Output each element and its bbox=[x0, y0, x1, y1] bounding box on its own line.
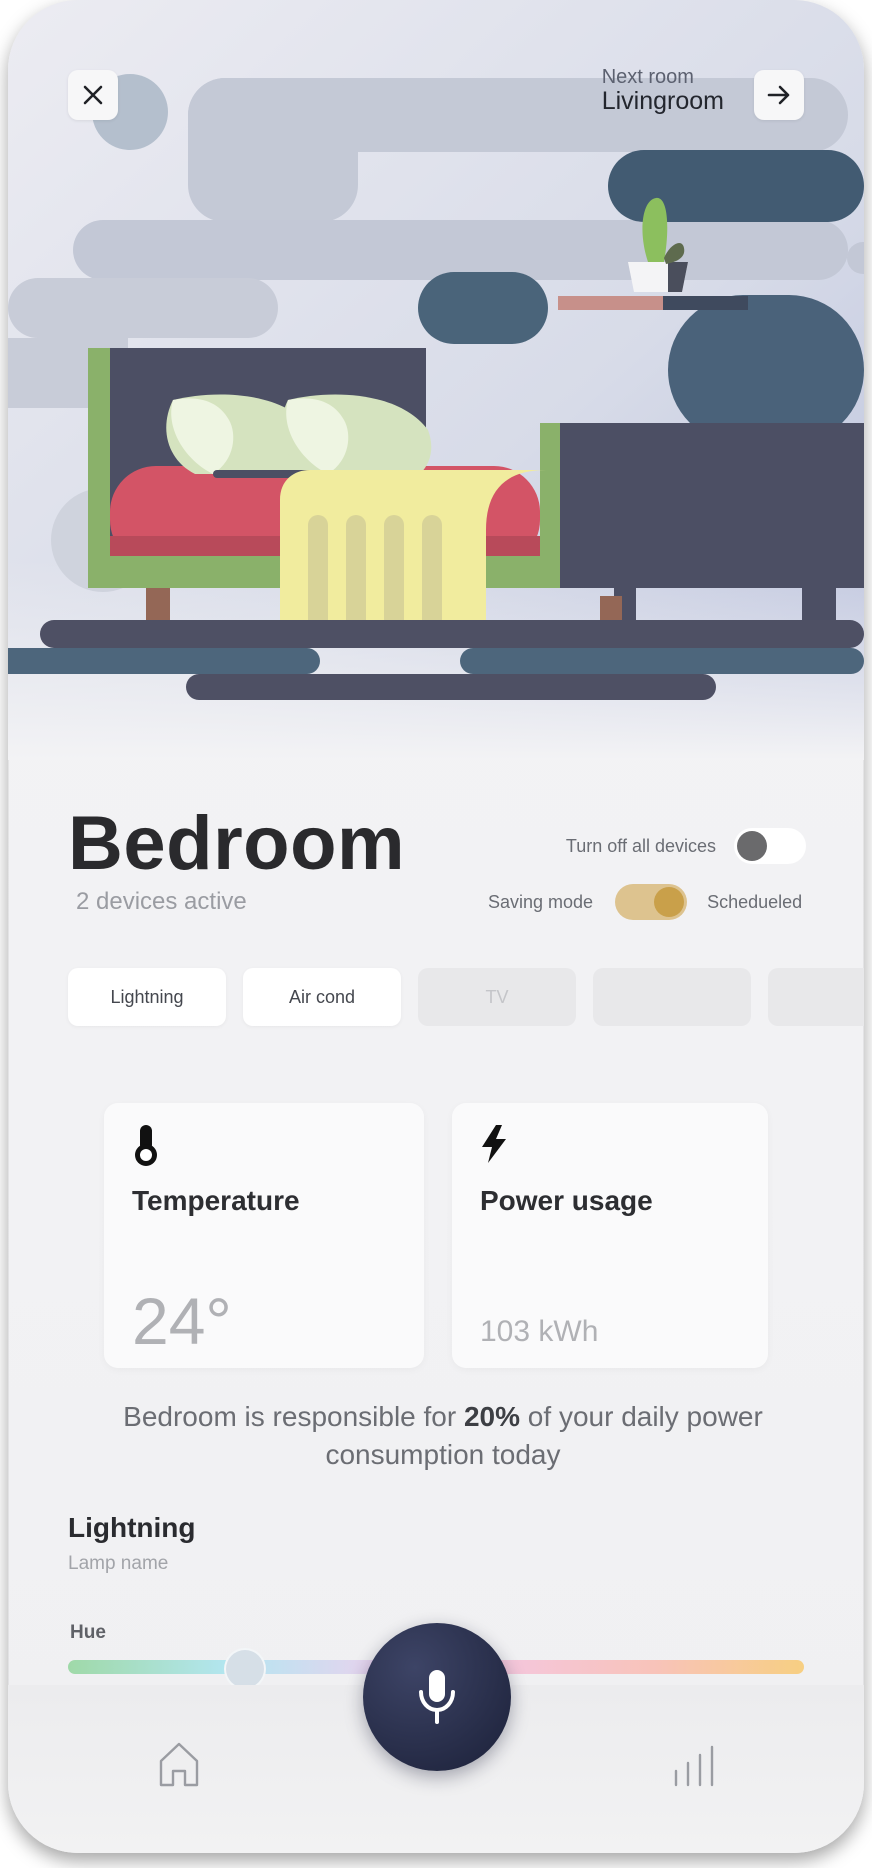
device-category-chips: Lightning Air cond TV bbox=[68, 968, 864, 1026]
turn-off-all-row: Turn off all devices bbox=[566, 828, 806, 864]
turn-off-all-label: Turn off all devices bbox=[565, 835, 716, 856]
summary-before: Bedroom is responsible for bbox=[123, 1401, 464, 1432]
hue-slider-handle[interactable] bbox=[223, 1648, 266, 1690]
next-room-value: Livingroom bbox=[601, 87, 724, 115]
hue-label: Hue bbox=[70, 1622, 106, 1643]
saving-mode-row: Saving mode Schedueled bbox=[488, 884, 802, 920]
home-icon[interactable] bbox=[158, 1741, 200, 1787]
close-button[interactable] bbox=[68, 70, 118, 120]
scheduled-label: Schedueled bbox=[707, 891, 803, 912]
lamp-name: Lamp name bbox=[68, 1553, 169, 1574]
chip-air-cond[interactable]: Air cond bbox=[243, 968, 401, 1026]
stats-icon[interactable] bbox=[672, 1743, 716, 1787]
chip-empty[interactable] bbox=[593, 968, 751, 1026]
lighting-section-title: Lightning bbox=[68, 1512, 196, 1543]
power-usage-title: Power usage bbox=[480, 1185, 653, 1216]
turn-off-all-toggle[interactable] bbox=[734, 828, 806, 864]
power-usage-value: 103 kWh bbox=[480, 1315, 599, 1348]
next-room-button[interactable] bbox=[754, 70, 804, 120]
saving-mode-label: Saving mode bbox=[488, 891, 594, 912]
summary-percent: 20% bbox=[463, 1401, 521, 1432]
saving-mode-toggle[interactable] bbox=[615, 884, 688, 920]
temperature-title: Temperature bbox=[132, 1185, 300, 1216]
toggle-knob bbox=[654, 887, 685, 917]
voice-assistant-button[interactable] bbox=[363, 1623, 511, 1771]
lightning-icon bbox=[482, 1125, 506, 1163]
bedroom-illustration bbox=[8, 0, 864, 760]
devices-active-text: 2 devices active bbox=[76, 888, 247, 915]
chip-lightning[interactable]: Lightning bbox=[68, 968, 226, 1026]
next-room-info[interactable]: Next room Livingroom bbox=[602, 66, 724, 116]
power-usage-card[interactable]: Power usage 103 kWh bbox=[452, 1103, 768, 1368]
phone-frame: Next room Livingroom Bedroom 2 devices a… bbox=[8, 0, 864, 1853]
close-icon bbox=[83, 85, 103, 105]
chip-tv[interactable]: TV bbox=[418, 968, 576, 1026]
next-room-label: Next room bbox=[601, 66, 694, 88]
chip-empty[interactable] bbox=[768, 968, 864, 1026]
temperature-value: 24° bbox=[132, 1284, 232, 1358]
temperature-card[interactable]: Temperature 24° bbox=[104, 1103, 424, 1368]
room-title: Bedroom bbox=[68, 801, 406, 886]
thermometer-icon bbox=[135, 1125, 157, 1166]
microphone-icon bbox=[419, 1670, 455, 1724]
arrow-right-icon bbox=[767, 85, 790, 105]
toggle-knob bbox=[737, 831, 767, 861]
power-summary-text: Bedroom is responsible for 20% of your d… bbox=[68, 1398, 818, 1474]
